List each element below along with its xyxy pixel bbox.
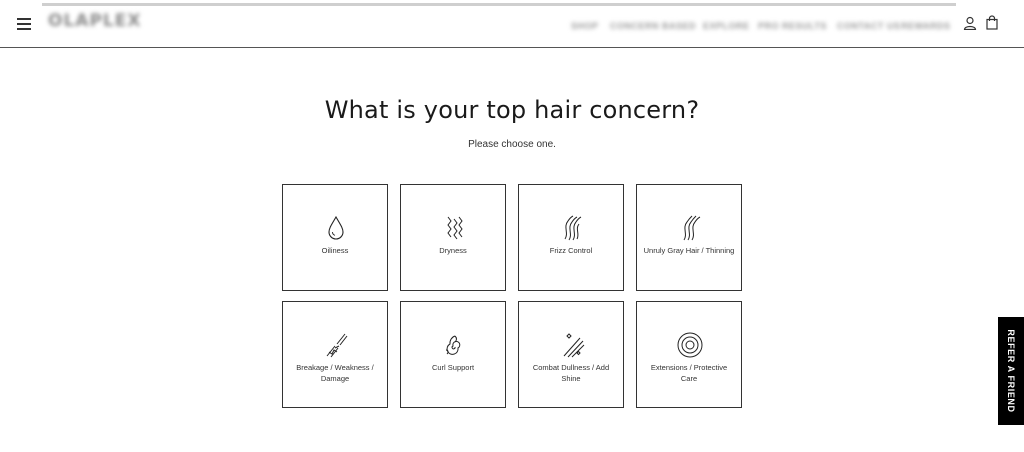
nav-item-explore[interactable]: EXPLORE [703,16,750,31]
quiz-title: What is your top hair concern? [324,96,700,124]
shopping-bag-icon[interactable] [985,15,999,30]
option-label: Unruly Gray Hair / Thinning [643,246,735,255]
target-icon [675,330,705,360]
option-label: Dryness [439,246,467,255]
option-dryness[interactable]: Dryness [400,184,506,291]
nav-item-rewards[interactable]: REWARDS [901,16,951,31]
account-icon[interactable] [963,16,977,31]
option-frizz-control[interactable]: Frizz Control [518,184,624,291]
nav-item-shop[interactable]: SHOP [571,16,599,31]
droplet-icon [321,213,351,243]
refer-a-friend-label: REFER A FRIEND [1006,329,1016,413]
nav-item-pro-results[interactable]: PRO RESULTS [758,16,827,31]
option-oiliness[interactable]: Oiliness [282,184,388,291]
option-extensions[interactable]: Extensions / Protective Care [636,301,742,408]
nav-item-concern[interactable]: CONCERN BASED [610,16,696,31]
quiz-subtitle: Please choose one. [468,139,556,150]
curl-icon [439,330,469,360]
option-label: Frizz Control [549,246,593,255]
option-dullness-shine[interactable]: Combat Dullness / Add Shine [518,301,624,408]
header-top-line [42,3,956,6]
dry-hair-icon [439,213,469,243]
option-label: Combat Dullness / Add Shine [532,363,610,383]
site-header: OLAPLEX SHOP CONCERN BASED EXPLORE PRO R… [0,0,1024,48]
option-gray-hair[interactable]: Unruly Gray Hair / Thinning [636,184,742,291]
nav-item-contact[interactable]: CONTACT US [837,16,900,31]
shine-icon [557,330,587,360]
hamburger-menu-icon[interactable] [17,15,33,31]
option-label: Oiliness [321,246,349,255]
frizz-hair-icon [557,213,587,243]
option-label: Breakage / Weakness / Damage [296,363,374,383]
gray-hair-icon [675,213,705,243]
refer-a-friend-tab[interactable]: REFER A FRIEND [998,317,1024,425]
logo-text: OLAPLEX [48,11,142,31]
option-label: Curl Support [431,363,475,372]
option-breakage[interactable]: Breakage / Weakness / Damage [282,301,388,408]
option-label: Extensions / Protective Care [650,363,728,383]
site-logo[interactable]: OLAPLEX [48,11,140,35]
broken-hair-icon [321,330,351,360]
option-curl-support[interactable]: Curl Support [400,301,506,408]
